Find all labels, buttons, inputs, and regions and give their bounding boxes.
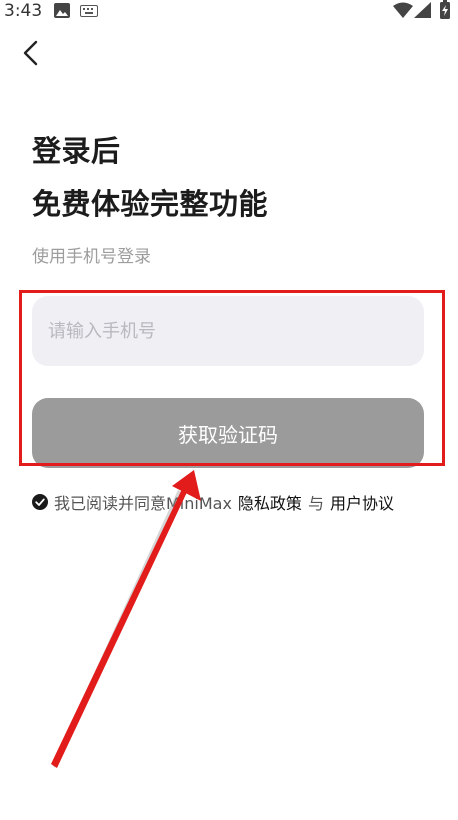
agreement-conjunction: 与 (307, 494, 324, 513)
privacy-policy-link[interactable]: 隐私政策 (238, 490, 302, 514)
back-button[interactable] (14, 36, 48, 70)
login-subtitle: 使用手机号登录 (32, 247, 151, 267)
phone-input[interactable] (32, 296, 424, 366)
battery-icon (440, 0, 450, 19)
wifi-icon (393, 2, 413, 18)
status-time: 3:43 (4, 1, 43, 21)
agreement-row: 我已阅读并同意MiniMax 隐私政策 与 用户协议 (32, 491, 394, 513)
keyboard-icon (80, 5, 98, 17)
chevron-left-icon (23, 40, 38, 66)
get-code-button[interactable]: 获取验证码 (32, 398, 424, 468)
checkbox-checked-icon[interactable] (32, 494, 48, 510)
status-bar: 3:43 (0, 0, 458, 22)
user-agreement-link[interactable]: 用户协议 (330, 490, 394, 514)
image-icon (54, 3, 70, 18)
page-title-line2: 免费体验完整功能 (32, 187, 269, 221)
page-title-line1: 登录后 (32, 134, 121, 168)
agreement-text: 我已阅读并同意MiniMax (54, 494, 232, 513)
signal-icon (414, 2, 431, 18)
